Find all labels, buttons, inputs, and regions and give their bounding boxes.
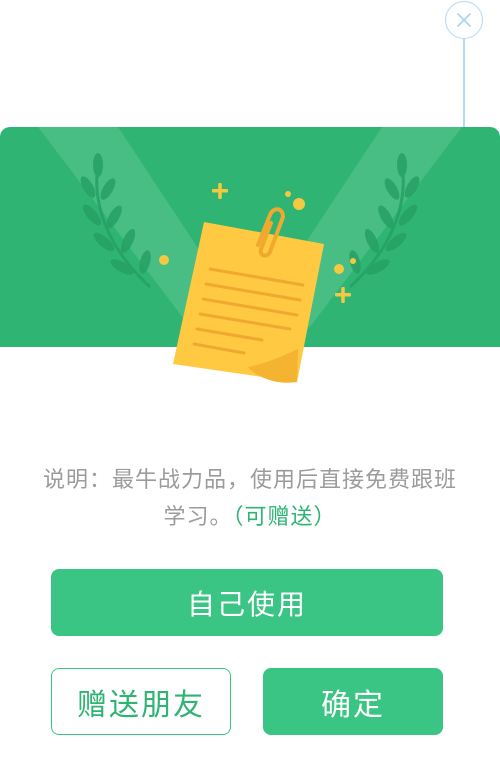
confirm-button[interactable]: 确定 xyxy=(263,668,443,735)
paper-note-with-clip-icon xyxy=(173,207,324,383)
gift-friend-button[interactable]: 赠送朋友 xyxy=(51,668,231,735)
close-tether-line xyxy=(463,39,465,129)
description-text: 说明：最牛战力品，使用后直接免费跟班学习。（可赠送） xyxy=(40,462,460,536)
close-icon xyxy=(457,13,471,27)
use-self-button[interactable]: 自己使用 xyxy=(51,569,443,636)
gift-note: （可赠送） xyxy=(232,505,337,530)
reward-illustration xyxy=(38,127,462,383)
item-use-dialog: 说明：最牛战力品，使用后直接免费跟班学习。（可赠送） 自己使用 赠送朋友 确定 xyxy=(0,0,500,764)
close-button[interactable] xyxy=(445,1,483,39)
